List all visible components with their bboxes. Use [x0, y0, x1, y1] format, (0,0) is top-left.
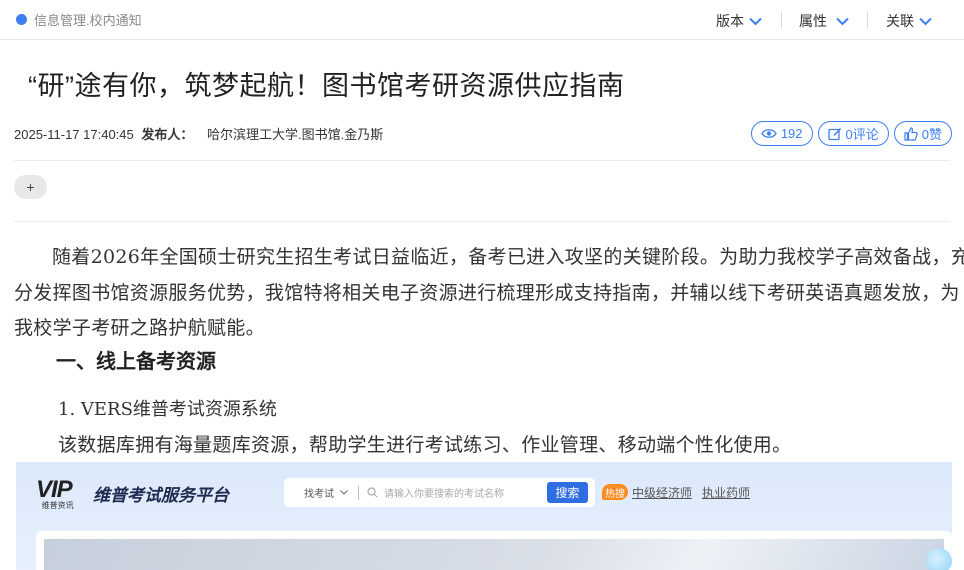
divider [14, 160, 950, 161]
embedded-search-button: 搜索 [547, 482, 588, 503]
resource-item-title: 1. VERS维普考试资源系统 [58, 399, 277, 420]
author-label: 发布人： [141, 127, 194, 142]
edit-icon [827, 127, 841, 140]
vip-logo-text: VIP [36, 476, 73, 503]
add-button[interactable]: + [14, 175, 47, 199]
dot-icon [16, 14, 27, 25]
search-placeholder: 请输入你要搜索的考试名称 [384, 489, 504, 500]
chevron-down-icon [340, 490, 348, 495]
embedded-search-box: 找考试 请输入你要搜索的考试名称 搜索 [284, 478, 595, 507]
vip-logo: VIP 维普资讯 [36, 476, 74, 511]
views-count: 192 [780, 126, 803, 141]
intro-paragraph: 随着2026年全国硕士研究生招生考试日益临近，备考已进入攻坚的关键阶段。为助力我… [14, 246, 964, 339]
views-button[interactable]: 192 [750, 121, 813, 146]
hot-link: 中级经济师 [632, 486, 693, 500]
version-menu[interactable]: 版本 [716, 11, 762, 31]
hot-link: 执业药师 [702, 486, 751, 500]
vip-logo-subtext: 维普资讯 [41, 501, 74, 510]
publish-date: 2025-11-17 17:40:45 [14, 127, 134, 142]
section-heading: 一、线上备考资源 [56, 351, 216, 373]
divider [14, 221, 950, 222]
thumbs-up-icon [904, 126, 918, 141]
like-button[interactable]: 0赞 [893, 121, 952, 146]
comment-count: 0评论 [845, 127, 879, 142]
article-title: “研”途有你，筑梦起航！图书馆考研资源供应指南 [28, 71, 625, 101]
breadcrumb[interactable]: 信息管理.校内通知 [16, 10, 142, 29]
article-meta: 2025-11-17 17:40:45 发布人： 哈尔滨理工大学.图书馆.金乃斯 [14, 124, 383, 143]
platform-name: 维普考试服务平台 [93, 486, 229, 505]
menu-divider [781, 11, 782, 29]
related-menu[interactable]: 关联 [886, 11, 932, 31]
embedded-banner [44, 539, 944, 570]
author-name: 哈尔滨理工大学.图书馆.金乃斯 [207, 127, 384, 142]
resource-item-description: 该数据库拥有海量题库资源，帮助学生进行考试练习、作业管理、移动端个性化使用。 [58, 434, 792, 456]
like-count: 0赞 [921, 127, 942, 142]
version-menu-label: 版本 [716, 13, 744, 29]
breadcrumb-text: 信息管理.校内通知 [34, 13, 142, 28]
top-bar: 信息管理.校内通知 版本 属性 关联 [0, 0, 964, 40]
menu-divider [867, 11, 868, 29]
search-category: 找考试 [304, 485, 348, 500]
comment-button[interactable]: 0评论 [817, 121, 889, 146]
eye-icon [761, 129, 777, 138]
search-icon [367, 487, 378, 498]
related-menu-label: 关联 [886, 13, 914, 29]
embedded-image: VIP 维普资讯 维普考试服务平台 找考试 请输入你要搜索的考试名称 搜索 热搜… [16, 462, 952, 570]
decorative-bubble [926, 548, 952, 570]
article-stats: 192 0评论 0赞 [750, 121, 952, 146]
chevron-down-icon [836, 17, 849, 25]
chevron-down-icon [919, 17, 932, 25]
search-category-label: 找考试 [304, 489, 334, 500]
attributes-menu[interactable]: 属性 [799, 11, 849, 31]
attributes-menu-label: 属性 [799, 13, 827, 29]
hot-badge: 热搜 [602, 484, 628, 500]
search-divider [358, 485, 359, 500]
chevron-down-icon [749, 17, 762, 25]
